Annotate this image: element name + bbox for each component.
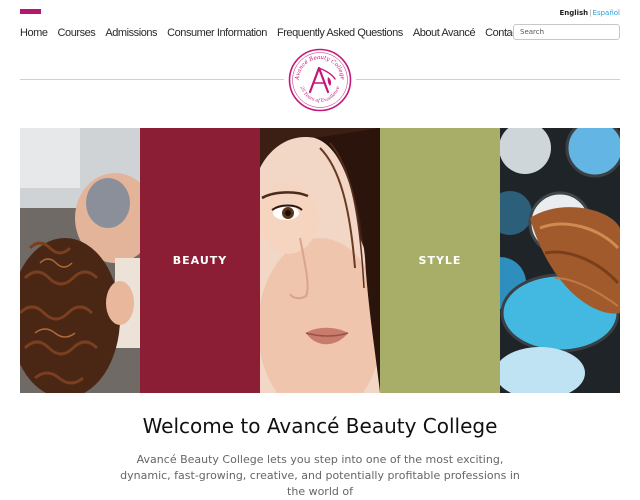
college-logo[interactable]: Avancé Beauty College 25 Years of Excell… (288, 48, 352, 112)
nav-about[interactable]: About Avancé (413, 27, 476, 39)
hero-banner: BEAUTY STYLE (20, 128, 620, 393)
hero-label-beauty: BEAUTY (172, 254, 228, 267)
intro-paragraph: Avancé Beauty College lets you step into… (120, 453, 520, 498)
lang-spanish-link[interactable]: Español (593, 9, 620, 17)
hero-photo-makeup (500, 128, 620, 393)
hero-photo-model-face (260, 128, 380, 393)
page-title: Welcome to Avancé Beauty College (142, 414, 498, 438)
search-input[interactable] (513, 24, 620, 40)
header-divider-right (356, 79, 620, 80)
nav-home[interactable]: Home (20, 27, 48, 39)
main-nav: Home Courses Admissions Consumer Informa… (20, 25, 535, 41)
hero-photo-hair-styling (20, 128, 140, 393)
hero-label-style: STYLE (418, 254, 462, 267)
nav-consumer-information[interactable]: Consumer Information (167, 27, 267, 39)
lang-separator: | (589, 9, 592, 17)
lang-english-link[interactable]: English (559, 9, 588, 17)
header-divider-left (20, 79, 284, 80)
brand-accent-bar (20, 9, 41, 14)
nav-faq[interactable]: Frequently Asked Questions (277, 27, 403, 39)
nav-courses[interactable]: Courses (58, 27, 96, 39)
hero-panel-style: STYLE (380, 128, 500, 393)
hero-panel-beauty: BEAUTY (140, 128, 260, 393)
nav-admissions[interactable]: Admissions (105, 27, 157, 39)
language-switcher: English|Español (559, 9, 620, 18)
